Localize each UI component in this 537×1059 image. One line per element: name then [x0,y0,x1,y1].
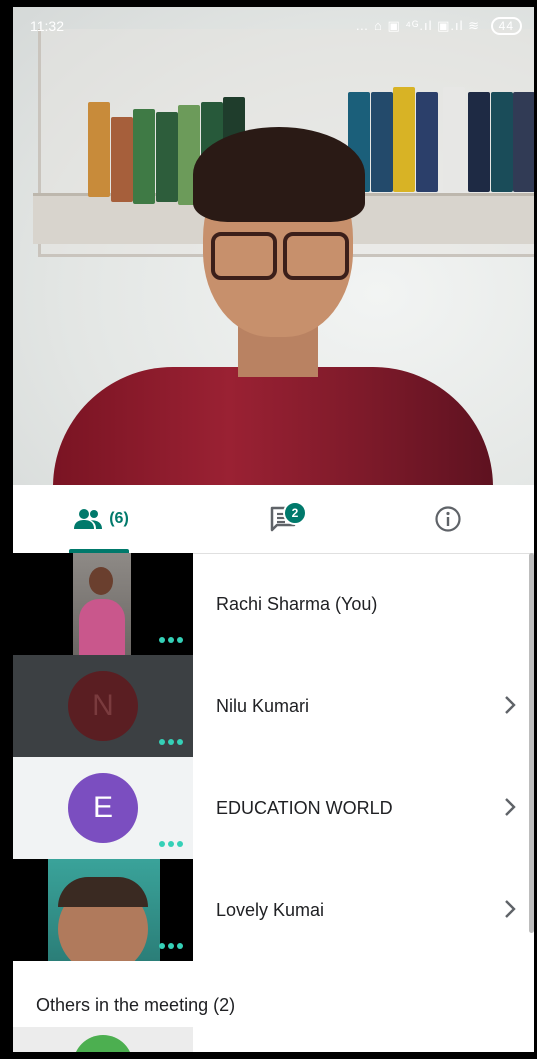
battery-level: 44 [498,19,514,33]
main-video[interactable]: 11:32 … ⌂ ▣ ⁴ᴳ.ıl ▣.ıl ≋ 44 [13,7,534,485]
chevron-right-icon[interactable] [504,694,516,716]
scrollbar[interactable] [529,553,534,933]
chevron-right-icon[interactable] [504,796,516,818]
more-options-dots[interactable] [159,739,183,745]
people-icon [74,509,103,529]
participant-row[interactable]: Lovely Kumai [13,859,534,961]
participant-name: Rachi Sharma (You) [216,593,378,614]
participant-row[interactable]: E EDUCATION WORLD [13,757,534,859]
avatar: N [68,671,138,741]
panel-tabs: (6) 2 [13,485,534,554]
glasses [211,232,351,280]
more-options-dots[interactable] [159,841,183,847]
participant-list: Rachi Sharma (You) N Nilu Kumari E EDUCA… [13,553,534,961]
others-heading: Others in the meeting (2) [36,995,236,1015]
speaker [53,127,493,485]
participant-row[interactable]: N Nilu Kumari [13,655,534,757]
people-count: (6) [109,510,129,527]
tab-info[interactable] [423,485,473,553]
participant-video: N [13,655,193,757]
chevron-right-icon[interactable] [504,898,516,920]
tab-people[interactable]: (6) [61,485,141,553]
participant-name: EDUCATION WORLD [216,797,393,818]
info-icon [435,506,461,532]
participant-video: E [13,757,193,859]
status-time: 11:32 [30,18,64,34]
status-icons: … ⌂ ▣ ⁴ᴳ.ıl ▣.ıl ≋ 44 [355,17,522,35]
chat-badge: 2 [283,501,307,525]
more-options-dots[interactable] [159,943,183,949]
participant-video [13,1027,193,1052]
more-options-dots[interactable] [159,637,183,643]
avatar: E [68,773,138,843]
signal-wifi-icons: … ⌂ ▣ ⁴ᴳ.ıl ▣.ıl ≋ [355,18,481,33]
participant-name: Nilu Kumari [216,695,310,716]
meeting-screen: 11:32 … ⌂ ▣ ⁴ᴳ.ıl ▣.ıl ≋ 44 (6) 2 Rachi … [13,7,534,1052]
participant-name: Lovely Kumai [216,899,325,920]
tab-chat[interactable]: 2 [253,485,313,553]
avatar [73,1035,133,1052]
participant-video [13,859,193,961]
status-bar: 11:32 … ⌂ ▣ ⁴ᴳ.ıl ▣.ıl ≋ 44 [13,7,534,39]
participant-video [13,553,193,655]
participant-row[interactable]: Rachi Sharma (You) [13,553,534,655]
battery-icon: 44 [490,17,522,35]
